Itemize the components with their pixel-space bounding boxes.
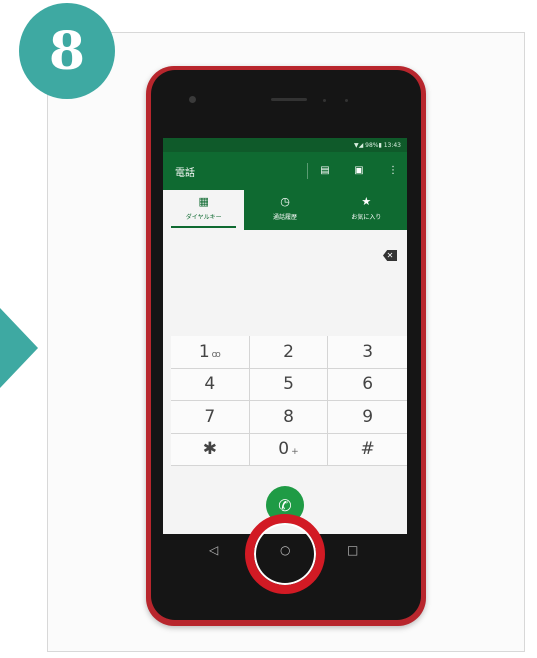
key-9[interactable]: 9: [328, 401, 407, 434]
key-1[interactable]: 1ꝏ: [171, 336, 250, 369]
star-icon: ★: [361, 195, 372, 208]
tab-bar: ▦ ダイヤルキー ◷ 通話履歴 ★ お気に入り: [163, 190, 407, 230]
dialed-number-field[interactable]: ✕: [163, 230, 407, 330]
phone-handset-icon: ✆: [278, 495, 292, 515]
dialpad: 1ꝏ 2 3 4 5 6 7 8 9 ✱ 0 + #: [171, 336, 407, 466]
app-bar: 電話 ▤ ▣ ⋮: [163, 152, 407, 190]
earpiece-speaker: [271, 98, 307, 101]
status-text: ▼◢ 98%▮ 13:43: [354, 141, 401, 149]
clock-icon: ◷: [280, 195, 290, 208]
phone-screen: ▼◢ 98%▮ 13:43 電話 ▤ ▣ ⋮ ▦ ダイヤルキー ◷ 通話履歴 ★…: [163, 138, 407, 534]
keypad-icon[interactable]: ▤: [319, 165, 331, 176]
tab-label: ダイヤルキー: [185, 214, 222, 221]
recents-icon[interactable]: □: [347, 543, 358, 557]
back-icon[interactable]: ◁: [209, 543, 218, 557]
app-title: 電話: [175, 168, 195, 179]
front-camera: [189, 96, 196, 103]
key-7[interactable]: 7: [171, 401, 250, 434]
key-digit: 6: [362, 374, 374, 395]
proximity-sensor: [323, 99, 326, 102]
contacts-icon[interactable]: ▣: [353, 165, 365, 176]
light-sensor: [345, 99, 348, 102]
key-digit: 4: [204, 374, 216, 395]
tab-label: 通話履歴: [272, 214, 297, 221]
backspace-icon[interactable]: ✕: [383, 250, 397, 261]
status-bar: ▼◢ 98%▮ 13:43: [163, 138, 407, 152]
key-digit: ✱: [202, 439, 217, 460]
key-6[interactable]: 6: [328, 369, 407, 401]
tab-call-history[interactable]: ◷ 通話履歴: [244, 190, 325, 230]
key-0[interactable]: 0 +: [249, 433, 329, 466]
key-digit: 5: [283, 374, 294, 395]
voicemail-icon: ꝏ: [211, 349, 221, 360]
appbar-divider: [307, 163, 308, 179]
tab-dialpad[interactable]: ▦ ダイヤルキー: [163, 190, 245, 230]
key-digit: 0: [278, 439, 290, 460]
key-digit: 1: [198, 341, 210, 362]
key-3[interactable]: 3: [328, 336, 407, 369]
key-hash[interactable]: #: [328, 434, 407, 466]
step-badge: 8: [19, 3, 115, 99]
tab-favorites[interactable]: ★ お気に入り: [326, 190, 407, 230]
key-digit: 9: [362, 406, 374, 427]
key-star[interactable]: ✱: [171, 433, 250, 466]
tab-label: お気に入り: [351, 214, 382, 221]
key-digit: 3: [362, 341, 374, 362]
key-digit: #: [360, 439, 375, 460]
key-5[interactable]: 5: [249, 368, 329, 401]
key-digit: 2: [283, 341, 294, 362]
dialpad-grid-icon: ▦: [198, 195, 209, 208]
key-4[interactable]: 4: [171, 368, 250, 401]
plus-icon: +: [291, 447, 299, 458]
key-digit: 8: [283, 406, 294, 427]
key-2[interactable]: 2: [249, 336, 329, 369]
more-icon[interactable]: ⋮: [387, 165, 399, 176]
tab-underline: [171, 226, 237, 228]
key-8[interactable]: 8: [249, 401, 329, 434]
home-button-highlight-ring: [245, 514, 325, 594]
key-digit: 7: [204, 406, 216, 427]
arrow-marker-icon: [0, 308, 38, 388]
